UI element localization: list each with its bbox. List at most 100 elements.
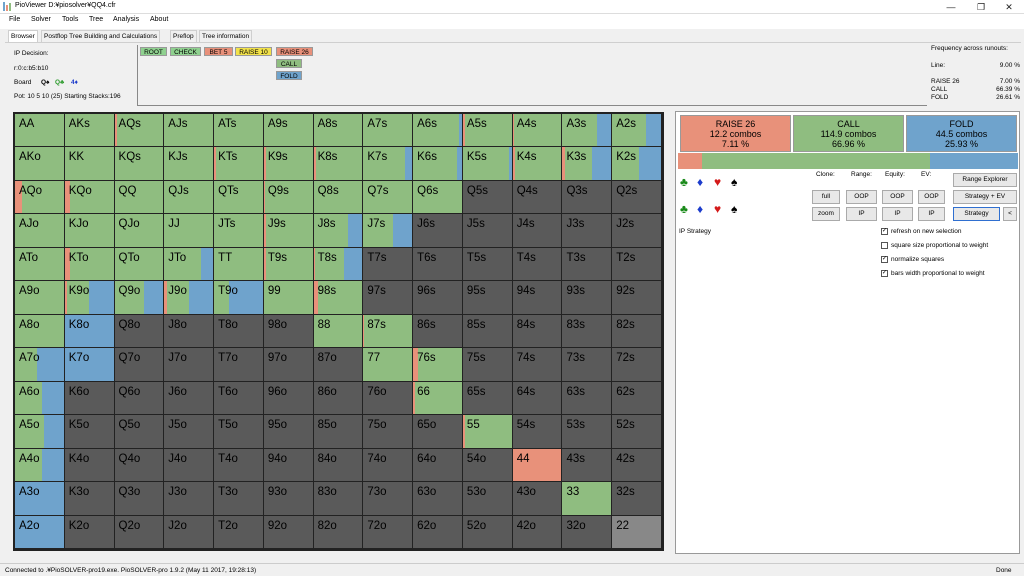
hand-cell-J9s[interactable]: J9s	[263, 214, 314, 248]
menu-solver[interactable]: Solver	[31, 16, 51, 23]
menu-about[interactable]: About	[150, 16, 168, 23]
hand-cell-T2s[interactable]: T2s	[612, 247, 662, 282]
hand-cell-KQs[interactable]: KQs	[114, 147, 165, 181]
hand-cell-AQs[interactable]: AQs	[114, 114, 165, 148]
hand-cell-64o[interactable]: 64o	[413, 448, 463, 483]
checkbox-normalize[interactable]: ✓ normalize squares	[881, 256, 944, 263]
chevron-left-icon[interactable]: <	[1003, 207, 1017, 221]
hand-cell-74o[interactable]: 74o	[363, 448, 414, 483]
hand-cell-42o[interactable]: 42o	[512, 515, 563, 549]
strategy-button[interactable]: Strategy	[953, 207, 1000, 221]
hand-cell-T2o[interactable]: T2o	[214, 515, 264, 549]
hand-cell-82s[interactable]: 82s	[612, 314, 662, 349]
hand-cell-KK[interactable]: KK	[64, 147, 115, 181]
heart-filter-icon[interactable]: ♥	[714, 176, 721, 188]
tree-bet5-button[interactable]: BET 5	[204, 47, 233, 56]
hand-cell-AKo[interactable]: AKo	[15, 147, 65, 181]
hand-cell-QQ[interactable]: QQ	[114, 180, 165, 215]
hand-cell-TT[interactable]: TT	[214, 247, 264, 282]
hand-cell-K7o[interactable]: K7o	[64, 348, 115, 382]
hand-cell-T7o[interactable]: T7o	[214, 348, 264, 382]
hand-cell-Q5s[interactable]: Q5s	[462, 180, 513, 215]
hand-cell-52s[interactable]: 52s	[612, 415, 662, 449]
tab-postflop-tree[interactable]: Postflop Tree Building and Calculations	[41, 30, 161, 42]
hand-cell-KTo[interactable]: KTo	[64, 247, 115, 282]
hand-cell-T8s[interactable]: T8s	[313, 247, 364, 282]
hand-cell-72s[interactable]: 72s	[612, 348, 662, 382]
tab-preflop[interactable]: Preflop	[170, 30, 197, 42]
hand-cell-82o[interactable]: 82o	[313, 515, 364, 549]
hand-cell-98s[interactable]: 98s	[313, 281, 364, 315]
hand-cell-92o[interactable]: 92o	[263, 515, 314, 549]
strategy-ev-button[interactable]: Strategy + EV	[953, 190, 1017, 204]
hand-cell-JJ[interactable]: JJ	[164, 214, 215, 248]
hand-cell-88[interactable]: 88	[313, 314, 364, 349]
hand-cell-AKs[interactable]: AKs	[64, 114, 115, 148]
hand-cell-Q4s[interactable]: Q4s	[512, 180, 563, 215]
maximize-button[interactable]: ❐	[966, 0, 996, 14]
hand-cell-J4o[interactable]: J4o	[164, 448, 215, 483]
hand-cell-43o[interactable]: 43o	[512, 482, 563, 516]
hand-cell-T3s[interactable]: T3s	[562, 247, 613, 282]
hand-cell-99[interactable]: 99	[263, 281, 314, 315]
hand-cell-T6s[interactable]: T6s	[413, 247, 463, 282]
checkbox-square-size[interactable]: square size proportional to weight	[881, 242, 988, 249]
hand-cell-A6s[interactable]: A6s	[413, 114, 463, 148]
hand-cell-73s[interactable]: 73s	[562, 348, 613, 382]
hand-cell-K5s[interactable]: K5s	[462, 147, 513, 181]
hand-cell-KJo[interactable]: KJo	[64, 214, 115, 248]
hand-cell-T6o[interactable]: T6o	[214, 381, 264, 416]
hand-cell-Q6s[interactable]: Q6s	[413, 180, 463, 215]
hand-cell-96o[interactable]: 96o	[263, 381, 314, 416]
ev-ip-button[interactable]: IP	[918, 207, 945, 221]
hand-cell-T7s[interactable]: T7s	[363, 247, 414, 282]
hand-cell-J2o[interactable]: J2o	[164, 515, 215, 549]
menu-file[interactable]: File	[9, 16, 20, 23]
hand-cell-A5s[interactable]: A5s	[462, 114, 513, 148]
hand-cell-J8s[interactable]: J8s	[313, 214, 364, 248]
hand-cell-97s[interactable]: 97s	[363, 281, 414, 315]
hand-cell-QJo[interactable]: QJo	[114, 214, 165, 248]
hand-cell-K7s[interactable]: K7s	[363, 147, 414, 181]
hand-cell-A6o[interactable]: A6o	[15, 381, 65, 416]
hand-cell-Q4o[interactable]: Q4o	[114, 448, 165, 483]
hand-cell-AJs[interactable]: AJs	[164, 114, 215, 148]
hand-cell-86o[interactable]: 86o	[313, 381, 364, 416]
hand-cell-JTo[interactable]: JTo	[164, 247, 215, 282]
checkbox-bars-width-box[interactable]: ✓	[881, 270, 888, 277]
hand-cell-95o[interactable]: 95o	[263, 415, 314, 449]
hand-cell-77[interactable]: 77	[363, 348, 414, 382]
hand-cell-72o[interactable]: 72o	[363, 515, 414, 549]
hand-cell-J3s[interactable]: J3s	[562, 214, 613, 248]
hand-cell-85s[interactable]: 85s	[462, 314, 513, 349]
club-filter-icon[interactable]: ♣	[680, 176, 688, 188]
hand-cell-ATs[interactable]: ATs	[214, 114, 264, 148]
hand-cell-KJs[interactable]: KJs	[164, 147, 215, 181]
diamond-filter-2-icon[interactable]: ♦	[697, 203, 703, 215]
hand-cell-87s[interactable]: 87s	[363, 314, 414, 349]
hand-cell-32o[interactable]: 32o	[562, 515, 613, 549]
hand-cell-J8o[interactable]: J8o	[164, 314, 215, 349]
hand-cell-A9o[interactable]: A9o	[15, 281, 65, 315]
hand-cell-74s[interactable]: 74s	[512, 348, 563, 382]
hand-cell-KTs[interactable]: KTs	[214, 147, 264, 181]
hand-cell-54s[interactable]: 54s	[512, 415, 563, 449]
hand-cell-84o[interactable]: 84o	[313, 448, 364, 483]
hand-cell-66[interactable]: 66	[413, 381, 463, 416]
hand-cell-A7o[interactable]: A7o	[15, 348, 65, 382]
hand-cell-83s[interactable]: 83s	[562, 314, 613, 349]
checkbox-bars-width[interactable]: ✓ bars width proportional to weight	[881, 270, 985, 277]
hand-cell-QTs[interactable]: QTs	[214, 180, 264, 215]
hand-cell-A2o[interactable]: A2o	[15, 515, 65, 549]
full-button[interactable]: full	[812, 190, 840, 204]
hand-cell-AA[interactable]: AA	[15, 114, 65, 148]
range-explorer-button[interactable]: Range Explorer	[953, 173, 1017, 187]
hand-cell-98o[interactable]: 98o	[263, 314, 314, 349]
hand-cell-Q2s[interactable]: Q2s	[612, 180, 662, 215]
checkbox-normalize-box[interactable]: ✓	[881, 256, 888, 263]
hand-cell-A4o[interactable]: A4o	[15, 448, 65, 483]
hand-cell-K2s[interactable]: K2s	[612, 147, 662, 181]
hand-cell-65o[interactable]: 65o	[413, 415, 463, 449]
hand-cell-J3o[interactable]: J3o	[164, 482, 215, 516]
hand-cell-63s[interactable]: 63s	[562, 381, 613, 416]
